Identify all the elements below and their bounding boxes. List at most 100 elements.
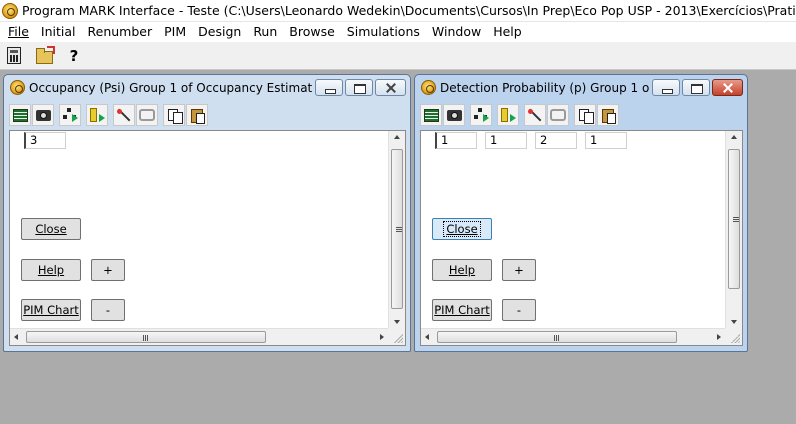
occupancy-window-title-bar[interactable]: Occupancy (Psi) Group 1 of Occupancy Est… [4, 75, 410, 100]
detection-window-title: Detection Probability (p) Group 1 o... [440, 80, 650, 95]
scroll-down-icon[interactable] [731, 320, 737, 324]
pim-cell[interactable]: 1 [585, 132, 627, 149]
occupancy-help-button[interactable]: Help [21, 259, 81, 281]
detection-paste-button[interactable] [597, 104, 619, 126]
wand-icon [116, 108, 132, 122]
calculator-button[interactable] [2, 44, 26, 68]
scroll-left-icon[interactable] [14, 334, 18, 340]
occupancy-pim-client: 3 Close Help + PIM Chart - [9, 130, 406, 346]
tree-run-icon [89, 108, 105, 122]
occupancy-tree-button[interactable] [59, 104, 81, 126]
paste-icon [601, 108, 616, 124]
detection-redo-button[interactable] [547, 104, 569, 126]
scroll-right-icon[interactable] [717, 334, 721, 340]
occupancy-horizontal-scrollbar[interactable] [10, 328, 388, 345]
menu-simulations[interactable]: Simulations [341, 22, 426, 42]
scroll-down-icon[interactable] [394, 320, 400, 324]
detection-tree-run-button[interactable] [497, 104, 519, 126]
copy-icon [167, 108, 183, 124]
occupancy-camera-button[interactable] [32, 104, 54, 126]
resize-grip-icon[interactable] [725, 328, 742, 345]
detection-minimize-button[interactable] [652, 79, 680, 96]
detection-close-window-button[interactable] [712, 79, 743, 96]
menu-help[interactable]: Help [487, 22, 528, 42]
mark-app-icon [2, 2, 18, 19]
detection-maximize-button[interactable] [682, 79, 710, 96]
occupancy-tree-run-button[interactable] [86, 104, 108, 126]
scroll-up-icon[interactable] [394, 135, 400, 139]
scroll-right-icon[interactable] [380, 334, 384, 340]
detection-pim-chart-button[interactable]: PIM Chart [432, 299, 492, 321]
detection-pim-toolbar [420, 103, 620, 127]
menu-renumber[interactable]: Renumber [82, 22, 159, 42]
help-label: Help [37, 263, 65, 277]
calculator-icon [7, 47, 21, 64]
help-button[interactable]: ? [62, 44, 86, 68]
detection-probability-window: Detection Probability (p) Group 1 o... 1… [414, 74, 748, 352]
pim-cell[interactable]: 1 [485, 132, 527, 149]
occupancy-window-title: Occupancy (Psi) Group 1 of Occupancy Est… [29, 80, 313, 95]
detection-grid-button[interactable] [420, 104, 442, 126]
detection-plus-button[interactable]: + [502, 259, 536, 281]
main-toolbar: ? [0, 42, 796, 70]
help-question-icon: ? [69, 46, 79, 65]
menu-window[interactable]: Window [426, 22, 487, 42]
occupancy-close-window-button[interactable] [375, 79, 406, 96]
pim-cell[interactable]: 3 [24, 132, 66, 149]
wand-icon [527, 108, 543, 122]
menu-initial[interactable]: Initial [35, 22, 82, 42]
horizontal-scroll-thumb[interactable] [437, 331, 677, 343]
detection-vertical-scrollbar[interactable] [725, 131, 742, 328]
menu-file[interactable]: File [2, 22, 35, 42]
menu-design[interactable]: Design [192, 22, 247, 42]
pim-chart-label: PIM Chart [434, 303, 490, 317]
occupancy-minus-button[interactable]: - [91, 299, 125, 321]
occupancy-maximize-button[interactable] [345, 79, 373, 96]
vertical-scroll-thumb[interactable] [728, 149, 740, 289]
detection-window-title-bar[interactable]: Detection Probability (p) Group 1 o... [415, 75, 747, 100]
grid-icon [12, 108, 28, 122]
open-file-button[interactable] [32, 44, 56, 68]
resize-grip-icon[interactable] [388, 328, 405, 345]
tree-icon [62, 108, 78, 122]
detection-tree-button[interactable] [470, 104, 492, 126]
menu-browse[interactable]: Browse [283, 22, 341, 42]
occupancy-pim-toolbar [9, 103, 209, 127]
detection-copy-button[interactable] [574, 104, 596, 126]
close-label: Close [35, 222, 67, 236]
scroll-left-icon[interactable] [425, 334, 429, 340]
pim-cell[interactable]: 2 [535, 132, 577, 149]
copy-icon [578, 108, 594, 124]
detection-horizontal-scrollbar[interactable] [421, 328, 725, 345]
occupancy-plus-button[interactable]: + [91, 259, 125, 281]
menu-run[interactable]: Run [247, 22, 283, 42]
pim-chart-label: PIM Chart [23, 303, 79, 317]
app-title-bar: Program MARK Interface - Teste (C:\Users… [0, 0, 796, 22]
occupancy-psi-window: Occupancy (Psi) Group 1 of Occupancy Est… [3, 74, 411, 352]
detection-minus-button[interactable]: - [502, 299, 536, 321]
paste-icon [190, 108, 205, 124]
scroll-up-icon[interactable] [731, 135, 737, 139]
detection-camera-button[interactable] [443, 104, 465, 126]
close-label-wrap: Close [443, 221, 481, 237]
occupancy-close-button[interactable]: Close [21, 218, 81, 240]
occupancy-grid-button[interactable] [9, 104, 31, 126]
grid-icon [423, 108, 439, 122]
detection-wand-button[interactable] [524, 104, 546, 126]
occupancy-redo-button[interactable] [136, 104, 158, 126]
occupancy-minimize-button[interactable] [315, 79, 343, 96]
occupancy-vertical-scrollbar[interactable] [388, 131, 405, 328]
detection-close-button[interactable]: Close [432, 218, 492, 240]
horizontal-scroll-thumb[interactable] [26, 331, 266, 343]
occupancy-pim-chart-button[interactable]: PIM Chart [21, 299, 81, 321]
vertical-scroll-thumb[interactable] [391, 149, 403, 309]
menu-pim[interactable]: PIM [158, 22, 192, 42]
occupancy-copy-button[interactable] [163, 104, 185, 126]
occupancy-paste-button[interactable] [186, 104, 208, 126]
help-label: Help [448, 263, 476, 277]
pim-cell[interactable]: 1 [435, 132, 477, 149]
menu-file-label: File [8, 24, 29, 39]
detection-help-button[interactable]: Help [432, 259, 492, 281]
menu-bar: File Initial Renumber PIM Design Run Bro… [0, 22, 796, 42]
occupancy-wand-button[interactable] [113, 104, 135, 126]
